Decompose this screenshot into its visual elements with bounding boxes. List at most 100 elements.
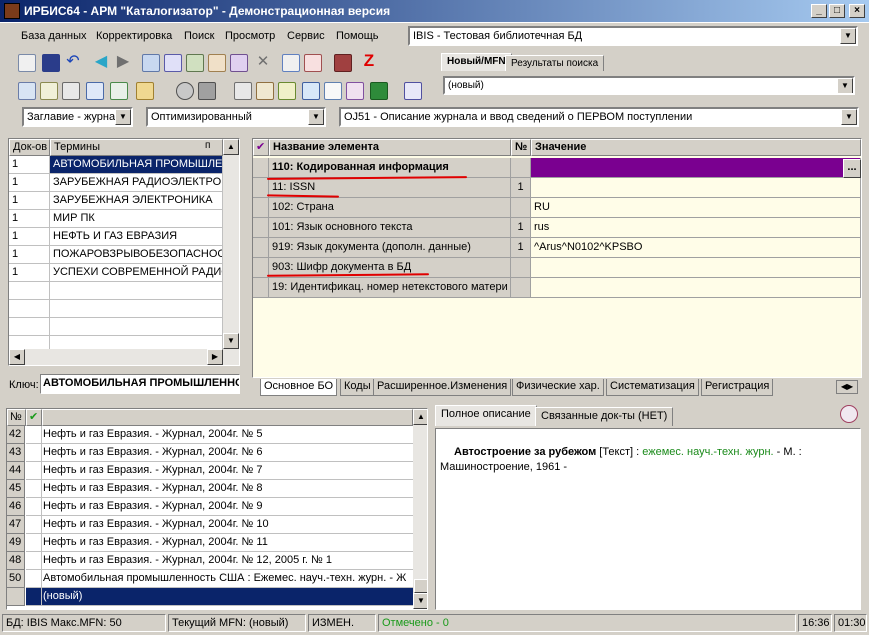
- undo-icon[interactable]: ↶: [64, 54, 82, 72]
- sheet-icon[interactable]: [278, 82, 296, 100]
- doc-row-check[interactable]: [26, 516, 42, 534]
- list-icon[interactable]: [208, 54, 226, 72]
- worksheet-select[interactable]: Оптимизированный ▼: [146, 107, 326, 127]
- delete-icon[interactable]: ✕: [254, 54, 272, 72]
- field-row-marker[interactable]: [253, 218, 269, 238]
- menu-database[interactable]: База данных: [21, 30, 87, 42]
- print-record-icon[interactable]: [304, 54, 322, 72]
- document-icon[interactable]: [324, 82, 342, 100]
- doc-row-text[interactable]: Нефть и газ Евразия. - Журнал, 2004г. № …: [42, 444, 413, 462]
- term-count[interactable]: 1: [9, 210, 50, 228]
- field-row-marker[interactable]: [253, 158, 269, 178]
- tab-new-mfn[interactable]: Новый/MFN: [441, 53, 512, 71]
- doc-row-number[interactable]: 46: [7, 498, 25, 516]
- word-icon[interactable]: [346, 82, 364, 100]
- field-row-marker[interactable]: [253, 278, 269, 298]
- doc-row-check[interactable]: [26, 426, 42, 444]
- field-value[interactable]: ^Arus^N0102^KPSBO: [531, 238, 861, 258]
- field-value[interactable]: [531, 178, 861, 198]
- doc-row-text[interactable]: Автомобильная промышленность США : Ежеме…: [42, 570, 413, 588]
- view-icon[interactable]: [176, 82, 194, 100]
- doc-row-number[interactable]: 49: [7, 534, 25, 552]
- tab-linked-docs[interactable]: Связанные док-ты (НЕТ): [535, 407, 674, 426]
- docs-header-text[interactable]: [42, 409, 413, 426]
- term-count[interactable]: 1: [9, 192, 50, 210]
- export-icon[interactable]: [282, 54, 300, 72]
- field-name[interactable]: 919: Язык документа (дополн. данные): [269, 238, 511, 258]
- chevron-down-icon[interactable]: ▼: [837, 78, 853, 93]
- new-record-icon[interactable]: [18, 54, 36, 72]
- copy-record-icon[interactable]: [142, 54, 160, 72]
- doc-row-number[interactable]: 50: [7, 570, 25, 588]
- menu-view[interactable]: Просмотр: [225, 30, 275, 42]
- term-item[interactable]: НЕФТЬ И ГАЗ ЕВРАЗИЯ: [50, 228, 223, 246]
- docs-vertical-scrollbar[interactable]: ▲ ▼: [413, 409, 427, 609]
- doc-row-number[interactable]: 44: [7, 462, 25, 480]
- import-icon[interactable]: [186, 54, 204, 72]
- term-count[interactable]: 1: [9, 246, 50, 264]
- form-select[interactable]: OJ51 - Описание журнала и ввод сведений …: [339, 107, 859, 127]
- doc-row-number[interactable]: 43: [7, 444, 25, 462]
- chevron-down-icon[interactable]: ▼: [308, 109, 324, 125]
- term-item[interactable]: ЗАРУБЕЖНАЯ ЭЛЕКТРОНИКА: [50, 192, 223, 210]
- excel-icon[interactable]: [370, 82, 388, 100]
- terms-header-term[interactable]: Термины: [50, 139, 223, 156]
- chevron-down-icon[interactable]: ▼: [841, 109, 857, 125]
- field-occurrence[interactable]: [511, 198, 531, 218]
- field-name[interactable]: 102: Страна: [269, 198, 511, 218]
- pin-icon[interactable]: ᴨ: [205, 140, 210, 151]
- barcode-icon[interactable]: [334, 54, 352, 72]
- save-icon[interactable]: [42, 54, 60, 72]
- field-value[interactable]: [531, 258, 861, 278]
- scroll-down-icon[interactable]: ▼: [223, 333, 239, 349]
- terms-vertical-scrollbar[interactable]: ▲ ▼: [223, 139, 239, 349]
- database-select[interactable]: IBIS - Тестовая библиотечная БД ▼: [408, 26, 858, 46]
- settings-icon[interactable]: [404, 82, 422, 100]
- fields-header-value[interactable]: Значение: [531, 139, 861, 156]
- doc-row-text[interactable]: Нефть и газ Евразия. - Журнал, 2004г. № …: [42, 426, 413, 444]
- field-row-marker[interactable]: [253, 238, 269, 258]
- doc-new-marker[interactable]: [7, 588, 25, 606]
- doc-row-text[interactable]: Нефть и газ Евразия. - Журнал, 2004г. № …: [42, 516, 413, 534]
- doc-row-check[interactable]: [26, 498, 42, 516]
- field-occurrence[interactable]: [511, 258, 531, 278]
- field-occurrence[interactable]: [511, 158, 531, 178]
- doc-row-check[interactable]: [26, 444, 42, 462]
- term-count[interactable]: 1: [9, 174, 50, 192]
- fields-header-name[interactable]: Название элемента: [269, 139, 511, 156]
- terms-horizontal-scrollbar[interactable]: ◀ ▶: [9, 349, 239, 365]
- terms-header-count[interactable]: Док-ов: [9, 139, 50, 156]
- doc-new-row[interactable]: (новый): [42, 588, 413, 606]
- doc-row-check[interactable]: [26, 570, 42, 588]
- field-value[interactable]: RU: [531, 198, 861, 218]
- checkmark-icon[interactable]: ✔: [253, 139, 269, 156]
- scroll-down-icon[interactable]: ▼: [413, 593, 427, 609]
- scroll-thumb[interactable]: [414, 579, 427, 593]
- field-name[interactable]: 101: Язык основного текста: [269, 218, 511, 238]
- menu-search[interactable]: Поиск: [184, 30, 214, 42]
- key-input[interactable]: АВТОМОБИЛЬНАЯ ПРОМЫШЛЕННО: [40, 374, 240, 394]
- field-tab[interactable]: Расширенное.Изменения: [373, 379, 512, 396]
- record-select[interactable]: (новый) ▼: [443, 76, 855, 95]
- field-tab[interactable]: Физические хар.: [512, 379, 604, 396]
- field-tab[interactable]: Основное БО: [260, 379, 338, 396]
- field-occurrence[interactable]: 1: [511, 218, 531, 238]
- fields-header-num[interactable]: №: [511, 139, 531, 156]
- menu-edit[interactable]: Корректировка: [96, 30, 172, 42]
- field-occurrence[interactable]: [511, 278, 531, 298]
- doc-row-check[interactable]: [26, 462, 42, 480]
- field-name[interactable]: 19: Идентификац. номер нетекстового мате…: [269, 278, 511, 298]
- field-value[interactable]: [531, 158, 861, 178]
- tab-full-description[interactable]: Полное описание: [435, 405, 537, 426]
- docs-header-num[interactable]: №: [7, 409, 26, 426]
- doc-new-check[interactable]: [26, 588, 42, 606]
- menu-help[interactable]: Помощь: [336, 30, 379, 42]
- doc-row-text[interactable]: Нефть и газ Евразия. - Журнал, 2004г. № …: [42, 498, 413, 516]
- dictionary-select[interactable]: Заглавие - журна ▼: [22, 107, 133, 127]
- field-tab[interactable]: Регистрация: [701, 379, 774, 396]
- term-count[interactable]: 1: [9, 264, 50, 282]
- doc-row-number[interactable]: 42: [7, 426, 25, 444]
- field-tab[interactable]: Коды: [340, 379, 375, 396]
- grid-icon[interactable]: [164, 54, 182, 72]
- format-icon[interactable]: [18, 82, 36, 100]
